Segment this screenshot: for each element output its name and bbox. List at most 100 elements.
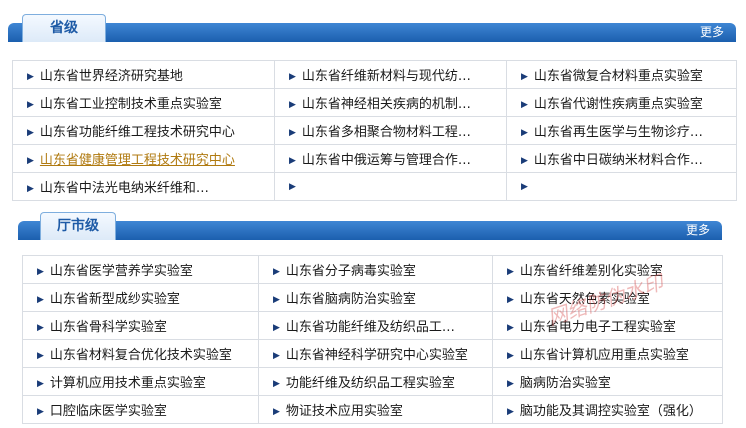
triangle-right-icon: ▶ [507, 407, 514, 417]
lab-link[interactable]: 山东省纤维差别化实验室 [520, 264, 663, 279]
triangle-right-icon: ▶ [27, 184, 34, 194]
list-item[interactable]: ▶ 脑功能及其调控实验室（强化） [492, 395, 723, 424]
triangle-right-icon: ▶ [37, 351, 44, 361]
lab-link[interactable]: 山东省骨科学实验室 [50, 320, 167, 335]
lab-link[interactable]: 山东省脑病防治实验室 [286, 292, 416, 307]
triangle-right-icon: ▶ [289, 128, 296, 138]
section-municipal: 厅市级 更多 ▶ 山东省医学营养学实验室 ▶ 山东省分子病毒实验室 ▶ 山东省纤维差别化实… [18, 212, 723, 424]
list-item[interactable]: ▶ 物证技术应用实验室 [258, 395, 493, 424]
tab-provincial[interactable]: 省级 [22, 14, 106, 42]
list-item[interactable]: ▶ 山东省微复合材料重点实验室 [506, 60, 737, 89]
lab-link[interactable]: 山东省健康管理工程技术研究中心 [40, 153, 235, 168]
lab-link[interactable]: 脑病防治实验室 [520, 376, 611, 391]
triangle-right-icon: ▶ [37, 323, 44, 333]
table-row: ▶ 山东省医学营养学实验室 ▶ 山东省分子病毒实验室 ▶ 山东省纤维差别化实验室 [22, 255, 723, 284]
table-row: ▶ 山东省工业控制技术重点实验室 ▶ 山东省神经相关疾病的机制… ▶ 山东省代谢性疾病重点… [12, 88, 737, 117]
lab-link[interactable]: 山东省分子病毒实验室 [286, 264, 416, 279]
tab-municipal[interactable]: 厅市级 [40, 212, 116, 240]
list-item[interactable]: ▶ 山东省多相聚合物材料工程… [274, 116, 507, 145]
lab-link[interactable]: 山东省代谢性疾病重点实验室 [534, 97, 703, 112]
list-item[interactable]: ▶ 计算机应用技术重点实验室 [22, 367, 259, 396]
lab-link[interactable]: 功能纤维及纺织品工程实验室 [286, 376, 455, 391]
list-item[interactable]: ▶ 山东省纤维差别化实验室 [492, 255, 723, 284]
list-item[interactable]: ▶ 山东省中俄运筹与管理合作… [274, 144, 507, 173]
provincial-lab-grid: ▶ 山东省世界经济研究基地 ▶ 山东省纤维新材料与现代纺… ▶ 山东省微复合材料重点实验室… [12, 60, 737, 201]
list-item[interactable]: ▶ 山东省健康管理工程技术研究中心 [12, 144, 275, 173]
table-row: ▶ 山东省骨科学实验室 ▶ 山东省功能纤维及纺织品工… ▶ 山东省电力电子工程实验室 [22, 311, 723, 340]
more-link[interactable]: 更多 [700, 24, 724, 40]
lab-link[interactable]: 山东省电力电子工程实验室 [520, 320, 676, 335]
list-item[interactable]: ▶ 山东省代谢性疾病重点实验室 [506, 88, 737, 117]
lab-link[interactable]: 山东省新型成纱实验室 [50, 292, 180, 307]
triangle-right-icon: ▶ [507, 267, 514, 277]
triangle-right-icon: ▶ [521, 156, 528, 166]
list-item: ▶ [506, 172, 737, 201]
list-item[interactable]: ▶ 山东省纤维新材料与现代纺… [274, 60, 507, 89]
table-row: ▶ 山东省中法光电纳米纤维和… ▶ ▶ [12, 172, 737, 201]
list-item[interactable]: ▶ 山东省世界经济研究基地 [12, 60, 275, 89]
lab-link[interactable]: 山东省工业控制技术重点实验室 [40, 97, 222, 112]
lab-link[interactable]: 脑功能及其调控实验室（强化） [520, 404, 702, 419]
lab-link[interactable]: 山东省材料复合优化技术实验室 [50, 348, 232, 363]
triangle-right-icon: ▶ [289, 100, 296, 110]
list-item[interactable]: ▶ 山东省骨科学实验室 [22, 311, 259, 340]
list-item[interactable]: ▶ 山东省脑病防治实验室 [258, 283, 493, 312]
list-item[interactable]: ▶ 山东省天然色素实验室 [492, 283, 723, 312]
triangle-right-icon: ▶ [273, 379, 280, 389]
lab-link[interactable]: 山东省世界经济研究基地 [40, 69, 183, 84]
triangle-right-icon: ▶ [507, 351, 514, 361]
table-row: ▶ 山东省功能纤维工程技术研究中心 ▶ 山东省多相聚合物材料工程… ▶ 山东省再生医学与生… [12, 116, 737, 145]
list-item[interactable]: ▶ 山东省新型成纱实验室 [22, 283, 259, 312]
triangle-right-icon: ▶ [521, 128, 528, 138]
triangle-right-icon: ▶ [521, 100, 528, 110]
lab-link[interactable]: 山东省纤维新材料与现代纺… [302, 69, 471, 84]
list-item[interactable]: ▶ 口腔临床医学实验室 [22, 395, 259, 424]
list-item[interactable]: ▶ 山东省分子病毒实验室 [258, 255, 493, 284]
list-item[interactable]: ▶ 山东省医学营养学实验室 [22, 255, 259, 284]
triangle-right-icon: ▶ [27, 128, 34, 138]
lab-link[interactable]: 山东省计算机应用重点实验室 [520, 348, 689, 363]
lab-link[interactable]: 山东省中法光电纳米纤维和… [40, 181, 209, 196]
list-item[interactable]: ▶ 功能纤维及纺织品工程实验室 [258, 367, 493, 396]
lab-link[interactable]: 山东省中俄运筹与管理合作… [302, 153, 471, 168]
triangle-right-icon: ▶ [273, 351, 280, 361]
list-item[interactable]: ▶ 山东省功能纤维及纺织品工… [258, 311, 493, 340]
list-item[interactable]: ▶ 山东省计算机应用重点实验室 [492, 339, 723, 368]
triangle-right-icon: ▶ [521, 182, 528, 192]
lab-link[interactable]: 山东省中日碳纳米材料合作… [534, 153, 703, 168]
list-item[interactable]: ▶ 山东省材料复合优化技术实验室 [22, 339, 259, 368]
list-item[interactable]: ▶ 脑病防治实验室 [492, 367, 723, 396]
lab-link[interactable]: 口腔临床医学实验室 [50, 404, 167, 419]
lab-link[interactable]: 山东省功能纤维工程技术研究中心 [40, 125, 235, 140]
section-header: 厅市级 更多 [18, 212, 722, 240]
list-item[interactable]: ▶ 山东省中日碳纳米材料合作… [506, 144, 737, 173]
list-item[interactable]: ▶ 山东省神经相关疾病的机制… [274, 88, 507, 117]
lab-link[interactable]: 山东省多相聚合物材料工程… [302, 125, 471, 140]
table-row: ▶ 山东省材料复合优化技术实验室 ▶ 山东省神经科学研究中心实验室 ▶ 山东省计算机应用重… [22, 339, 723, 368]
lab-link[interactable]: 山东省再生医学与生物诊疗… [534, 125, 703, 140]
more-link[interactable]: 更多 [686, 222, 710, 238]
section-provincial: 省级 更多 ▶ 山东省世界经济研究基地 ▶ 山东省纤维新材料与现代纺… ▶ 山东省微复合材… [8, 14, 737, 204]
lab-link[interactable]: 山东省微复合材料重点实验室 [534, 69, 703, 84]
triangle-right-icon: ▶ [27, 156, 34, 166]
lab-link[interactable]: 山东省医学营养学实验室 [50, 264, 193, 279]
list-item[interactable]: ▶ 山东省中法光电纳米纤维和… [12, 172, 275, 201]
triangle-right-icon: ▶ [273, 407, 280, 417]
list-item[interactable]: ▶ 山东省神经科学研究中心实验室 [258, 339, 493, 368]
list-item[interactable]: ▶ 山东省工业控制技术重点实验室 [12, 88, 275, 117]
triangle-right-icon: ▶ [521, 72, 528, 82]
lab-link[interactable]: 山东省天然色素实验室 [520, 292, 650, 307]
list-item[interactable]: ▶ 山东省再生医学与生物诊疗… [506, 116, 737, 145]
lab-link[interactable]: 山东省功能纤维及纺织品工… [286, 320, 455, 335]
table-row: ▶ 计算机应用技术重点实验室 ▶ 功能纤维及纺织品工程实验室 ▶ 脑病防治实验室 [22, 367, 723, 396]
lab-link[interactable]: 山东省神经科学研究中心实验室 [286, 348, 468, 363]
lab-link[interactable]: 计算机应用技术重点实验室 [50, 376, 206, 391]
list-item[interactable]: ▶ 山东省电力电子工程实验室 [492, 311, 723, 340]
list-item[interactable]: ▶ 山东省功能纤维工程技术研究中心 [12, 116, 275, 145]
triangle-right-icon: ▶ [37, 407, 44, 417]
lab-link[interactable]: 物证技术应用实验室 [286, 404, 403, 419]
triangle-right-icon: ▶ [507, 295, 514, 305]
header-bar [8, 23, 736, 42]
triangle-right-icon: ▶ [273, 323, 280, 333]
lab-link[interactable]: 山东省神经相关疾病的机制… [302, 97, 471, 112]
